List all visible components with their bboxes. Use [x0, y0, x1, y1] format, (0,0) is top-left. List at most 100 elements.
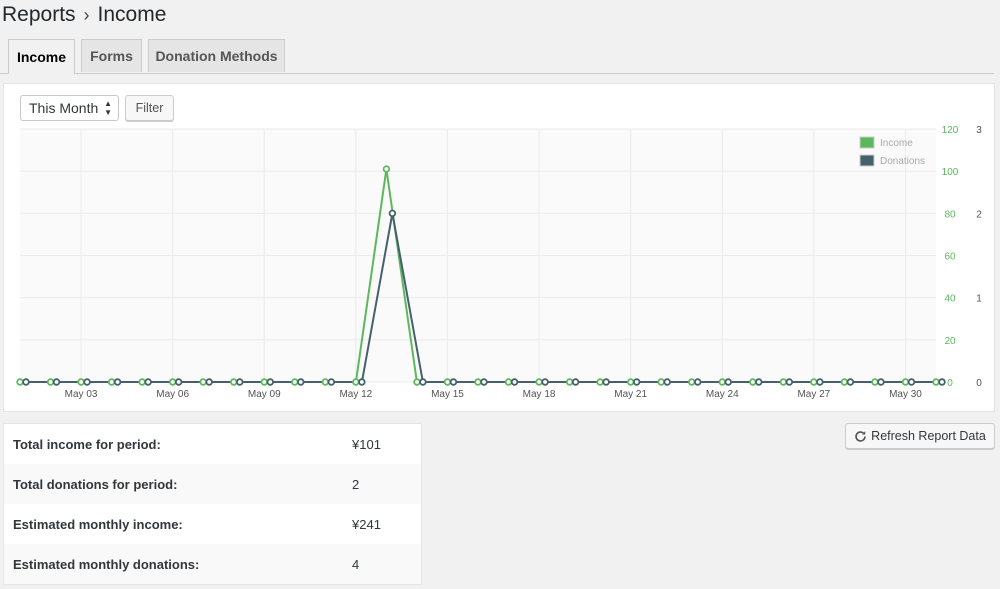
stat-estimated-income: Estimated monthly income: ¥241	[4, 504, 421, 544]
stat-value: ¥101	[352, 436, 381, 452]
y-left-tick-label: 60	[944, 252, 956, 263]
x-tick-label: May 18	[523, 389, 556, 400]
stat-estimated-donations: Estimated monthly donations: 4	[4, 544, 421, 584]
donations-point	[480, 378, 488, 386]
y-left-tick-label: 0	[947, 378, 953, 389]
x-tick-label: May 21	[614, 389, 647, 400]
donations-point	[694, 378, 702, 386]
donations-point	[113, 378, 122, 386]
y-right-tick-label: 1	[976, 294, 982, 305]
income-point	[413, 378, 421, 386]
donations-point	[419, 378, 427, 386]
breadcrumb-current: Income	[97, 3, 167, 26]
donations-point	[602, 378, 610, 386]
y-left-tick-label: 80	[944, 209, 956, 220]
chart-grid	[20, 128, 936, 383]
donations-point	[205, 378, 213, 386]
donations-point	[236, 378, 244, 386]
donations-point	[52, 378, 61, 386]
income-point	[779, 378, 788, 386]
stat-value: 4	[352, 556, 360, 572]
income-point	[291, 378, 299, 386]
donations-point	[83, 378, 91, 386]
legend-label: Income	[880, 138, 913, 149]
income-point	[810, 378, 818, 386]
y-left-tick-label: 40	[944, 294, 956, 305]
income-point	[168, 378, 177, 386]
income-point	[474, 378, 482, 386]
refresh-report-button[interactable]: Refresh Report Data	[845, 423, 995, 449]
tab-income[interactable]: Income	[8, 39, 75, 74]
report-stats-table: Total income for period: ¥101 Total dona…	[3, 423, 422, 585]
income-point	[565, 378, 574, 386]
donations-point	[358, 378, 366, 386]
tab-forms[interactable]: Forms	[81, 39, 142, 72]
breadcrumb-parent[interactable]: Reports	[2, 2, 76, 28]
income-point	[688, 378, 696, 386]
donations-point	[816, 378, 824, 386]
donations-point	[449, 378, 458, 386]
income-point	[871, 378, 879, 386]
x-tick-label: May 24	[706, 389, 739, 400]
income-point	[626, 378, 635, 386]
stat-total-income: Total income for period: ¥101	[4, 424, 421, 464]
y-right-tick-label: 0	[976, 378, 982, 389]
stat-label: Estimated monthly income:	[13, 516, 183, 532]
income-point	[199, 378, 207, 386]
donations-point	[174, 378, 183, 386]
donations-point	[22, 378, 30, 386]
stat-value: ¥241	[352, 516, 381, 532]
income-point	[77, 378, 85, 386]
income-point	[718, 378, 726, 386]
y-left-tick-label: 100	[942, 167, 959, 178]
income-point	[352, 378, 360, 386]
income-point	[107, 378, 116, 386]
income-point	[138, 378, 146, 386]
stat-value: 2	[352, 476, 360, 492]
tab-donation-methods-label: Donation Methods	[155, 48, 278, 64]
income-point	[901, 378, 910, 386]
donations-point	[144, 378, 152, 386]
x-tick-label: May 15	[431, 389, 464, 400]
income-point	[749, 378, 757, 386]
y-right-tick-label: 2	[976, 209, 982, 220]
income-point	[321, 378, 330, 386]
refresh-icon	[855, 430, 866, 442]
donations-point	[877, 378, 885, 386]
donations-point	[571, 378, 580, 386]
x-tick-label: May 06	[156, 389, 189, 400]
x-tick-label: May 03	[65, 389, 98, 400]
refresh-report-label: Refresh Report Data	[871, 429, 986, 443]
donations-point	[663, 378, 671, 386]
donations-point	[541, 378, 549, 386]
legend-label: Donations	[880, 156, 925, 167]
tab-forms-label: Forms	[90, 48, 133, 64]
x-tick-label: May 09	[248, 389, 281, 400]
income-chart: 0 20 40 60 80 100 120 3 2 1 0 May 03 May 06 May 09 May…	[16, 125, 982, 400]
donations-point	[755, 378, 763, 386]
x-tick-label: May 12	[339, 389, 372, 400]
legend-swatch	[859, 154, 875, 167]
legend-swatch	[859, 136, 875, 149]
page-title: Reports › Income	[2, 2, 166, 28]
donations-point	[266, 378, 274, 386]
x-tick-label: May 30	[889, 389, 922, 400]
chart-panel: This Month ▲ ▼ Filter 0 20 40 60 80 100 120 3 2 1 0…	[3, 83, 995, 412]
income-point	[504, 378, 513, 386]
income-point	[230, 378, 238, 386]
y-left-tick-label: 20	[944, 336, 956, 347]
x-tick-label: May 27	[797, 389, 830, 400]
tab-donation-methods[interactable]: Donation Methods	[148, 39, 285, 72]
income-point	[260, 378, 268, 386]
donations-point	[510, 378, 519, 386]
stat-label: Total income for period:	[13, 436, 161, 452]
income-point	[535, 378, 543, 386]
y-right-tick-label: 3	[976, 125, 982, 136]
income-point	[382, 165, 391, 173]
income-point	[443, 378, 452, 386]
donations-point	[938, 378, 946, 386]
donations-point	[327, 378, 336, 386]
report-tabs: Income Forms Donation Methods	[0, 39, 994, 74]
donations-point	[724, 378, 732, 386]
income-point	[16, 378, 24, 386]
